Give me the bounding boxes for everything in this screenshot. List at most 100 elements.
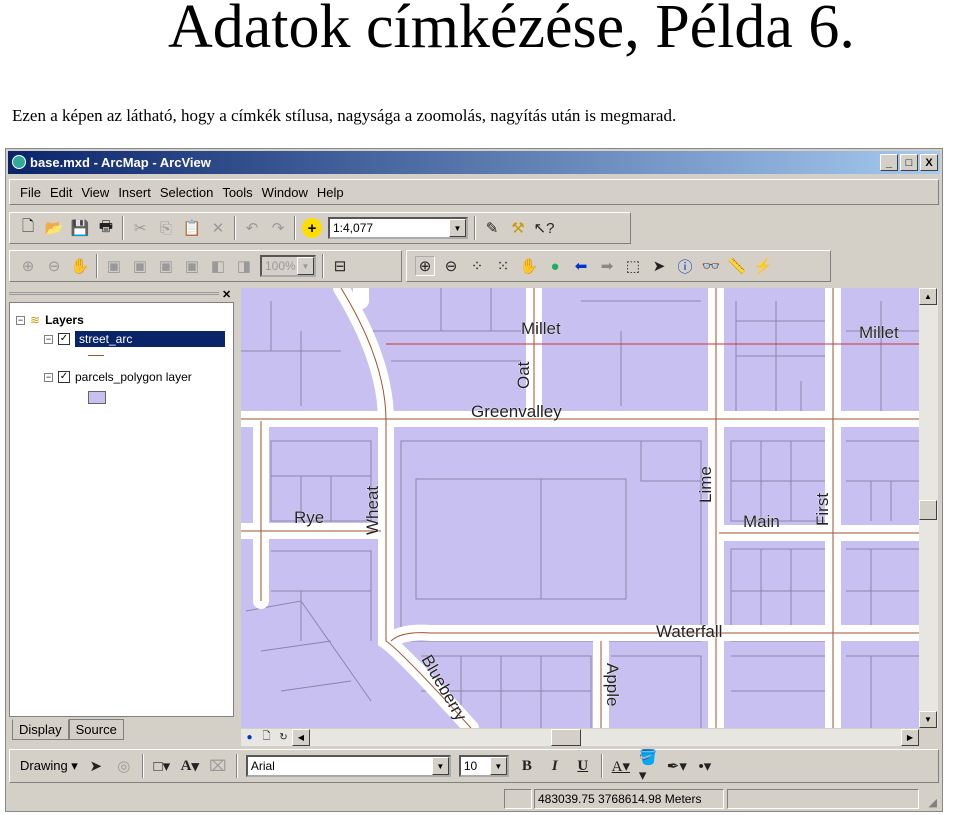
zoom-in-icon[interactable]: ⊕: [415, 256, 435, 276]
chevron-down-icon[interactable]: ▼: [297, 257, 314, 275]
hyperlink-icon[interactable]: ⚡: [753, 256, 773, 276]
add-data-icon[interactable]: +: [302, 218, 322, 238]
fill-color-icon[interactable]: 🪣▾: [639, 749, 659, 784]
zoom-out-icon[interactable]: ⊖: [441, 256, 461, 276]
scale-combo[interactable]: 1:4,077 ▼: [328, 217, 468, 239]
layer-street-arc[interactable]: street_arc: [75, 331, 225, 347]
tab-source[interactable]: Source: [68, 719, 124, 740]
font-size-combo[interactable]: 10 ▼: [458, 755, 509, 777]
menu-edit[interactable]: Edit: [50, 185, 72, 200]
select-elements-icon[interactable]: ➤: [649, 256, 669, 276]
menu-tools[interactable]: Tools: [222, 185, 252, 200]
layers-root[interactable]: Layers: [45, 313, 84, 327]
new-icon[interactable]: 🗋: [18, 218, 38, 238]
vertical-scrollbar[interactable]: ▲ ▼: [919, 288, 938, 728]
print-icon[interactable]: 🖶: [96, 218, 116, 238]
scroll-up-icon[interactable]: ▲: [919, 288, 937, 305]
collapse-icon[interactable]: −: [44, 334, 53, 344]
toggle-draft-mode-icon[interactable]: ⊟: [330, 256, 350, 276]
previous-extent-icon[interactable]: ◧: [208, 256, 228, 276]
marker-color-icon[interactable]: •▾: [695, 756, 715, 776]
back-icon[interactable]: ⬅: [571, 256, 591, 276]
open-icon[interactable]: 📂: [44, 218, 64, 238]
maximize-button[interactable]: □: [900, 154, 918, 171]
close-toc-icon[interactable]: ✕: [222, 288, 231, 301]
font-color-icon[interactable]: A▾: [611, 756, 631, 776]
scroll-down-icon[interactable]: ▼: [919, 711, 937, 728]
fixed-zoom-out-page-icon[interactable]: ▣: [156, 256, 176, 276]
line-color-icon[interactable]: ✒▾: [667, 756, 687, 776]
select-features-icon[interactable]: ⬚: [623, 256, 643, 276]
horizontal-scroll-thumb[interactable]: [551, 729, 581, 746]
zoom-percent-combo[interactable]: 100% ▼: [260, 255, 316, 277]
edit-vertices-icon[interactable]: ⌧: [208, 756, 228, 776]
chevron-down-icon[interactable]: ▼: [489, 757, 507, 775]
data-view-icon[interactable]: ●: [241, 729, 258, 746]
layout-zoom-in-icon[interactable]: ⊕: [18, 256, 38, 276]
close-button[interactable]: X: [920, 154, 938, 171]
chevron-down-icon[interactable]: ▼: [449, 219, 466, 237]
scroll-left-icon[interactable]: ◀: [292, 729, 310, 746]
whats-this-icon[interactable]: ↖?: [534, 218, 555, 238]
find-icon[interactable]: 👓: [701, 256, 721, 276]
rectangle-icon[interactable]: □▾: [152, 756, 172, 776]
layer-checkbox-street-arc[interactable]: ✓: [58, 333, 70, 345]
layer-parcels[interactable]: parcels_polygon layer: [75, 370, 192, 384]
menu-window[interactable]: Window: [262, 185, 308, 200]
menu-help[interactable]: Help: [317, 185, 344, 200]
tab-display[interactable]: Display: [12, 719, 69, 740]
toc-tree: − ≋ Layers − ✓ street_arc − ✓ parcels_polygon …: [9, 302, 234, 717]
menu-view[interactable]: View: [81, 185, 109, 200]
layer-checkbox-parcels[interactable]: ✓: [58, 371, 70, 383]
refresh-icon[interactable]: ↻: [275, 729, 292, 746]
layout-toolbar: ⊕ ⊖ ✋ ▣ ▣ ▣ ▣ ◧ ◨ 100% ▼ ⊟: [9, 250, 402, 282]
scroll-right-icon[interactable]: ▶: [901, 729, 919, 746]
delete-icon[interactable]: ✕: [208, 218, 228, 238]
menu-insert[interactable]: Insert: [118, 185, 151, 200]
save-icon[interactable]: 💾: [70, 218, 90, 238]
collapse-icon[interactable]: −: [44, 372, 53, 382]
font-combo[interactable]: Arial ▼: [245, 755, 451, 777]
label-waterfall: Waterfall: [656, 622, 722, 641]
menu-file[interactable]: File: [20, 185, 41, 200]
new-text-icon[interactable]: A ▾: [180, 756, 200, 776]
editor-icon[interactable]: ✎: [482, 218, 502, 238]
measure-icon[interactable]: 📏: [727, 256, 747, 276]
underline-button[interactable]: U: [573, 756, 593, 776]
chevron-down-icon[interactable]: ▼: [431, 757, 449, 775]
undo-icon[interactable]: ↶: [242, 218, 262, 238]
fixed-zoom-out-icon[interactable]: ⁙: [493, 256, 513, 276]
horizontal-scrollbar[interactable]: ● 🗋 ↻ ◀ ▶: [241, 729, 919, 746]
forward-icon[interactable]: ➡: [597, 256, 617, 276]
rotate-icon[interactable]: ◎: [114, 756, 134, 776]
italic-button[interactable]: I: [545, 756, 565, 776]
pan-icon[interactable]: ✋: [519, 256, 539, 276]
map-canvas[interactable]: Millet Millet Oat Greenvalley Lime First…: [241, 288, 919, 728]
resize-grip-icon[interactable]: ◢: [929, 796, 937, 809]
copy-icon[interactable]: ⎘: [156, 218, 176, 238]
map-view[interactable]: Millet Millet Oat Greenvalley Lime First…: [241, 288, 919, 728]
zoom-whole-page-icon[interactable]: ▣: [104, 256, 124, 276]
identify-icon[interactable]: ⓘ: [675, 256, 695, 276]
full-extent-icon[interactable]: ●: [545, 256, 565, 276]
fixed-zoom-in-icon[interactable]: ⁘: [467, 256, 487, 276]
tools-toolbar: ⊕ ⊖ ⁘ ⁙ ✋ ● ⬅ ➡ ⬚ ➤ ⓘ 👓 📏 ⚡: [406, 250, 831, 282]
vertical-scroll-thumb[interactable]: [919, 500, 937, 520]
fixed-zoom-icon[interactable]: ▣: [130, 256, 150, 276]
collapse-icon[interactable]: −: [16, 315, 25, 325]
minimize-button[interactable]: _: [880, 154, 898, 171]
select-elements-icon[interactable]: ➤: [86, 756, 106, 776]
layout-pan-icon[interactable]: ✋: [70, 256, 90, 276]
next-extent-icon[interactable]: ◨: [234, 256, 254, 276]
paste-icon[interactable]: 📋: [182, 218, 202, 238]
drawing-menu[interactable]: Drawing ▾: [20, 758, 78, 774]
zoom-100-icon[interactable]: ▣: [182, 256, 202, 276]
bold-button[interactable]: B: [517, 756, 537, 776]
cut-icon[interactable]: ✂: [130, 218, 150, 238]
layout-zoom-out-icon[interactable]: ⊖: [44, 256, 64, 276]
layout-view-icon[interactable]: 🗋: [258, 729, 275, 746]
redo-icon[interactable]: ↷: [268, 218, 288, 238]
menu-selection[interactable]: Selection: [160, 185, 213, 200]
arctoolbox-icon[interactable]: ⚒: [508, 218, 528, 238]
drawing-toolbar: Drawing ▾ ➤ ◎ □▾ A ▾ ⌧ Arial ▼ 10 ▼ B I U A…: [9, 749, 939, 784]
